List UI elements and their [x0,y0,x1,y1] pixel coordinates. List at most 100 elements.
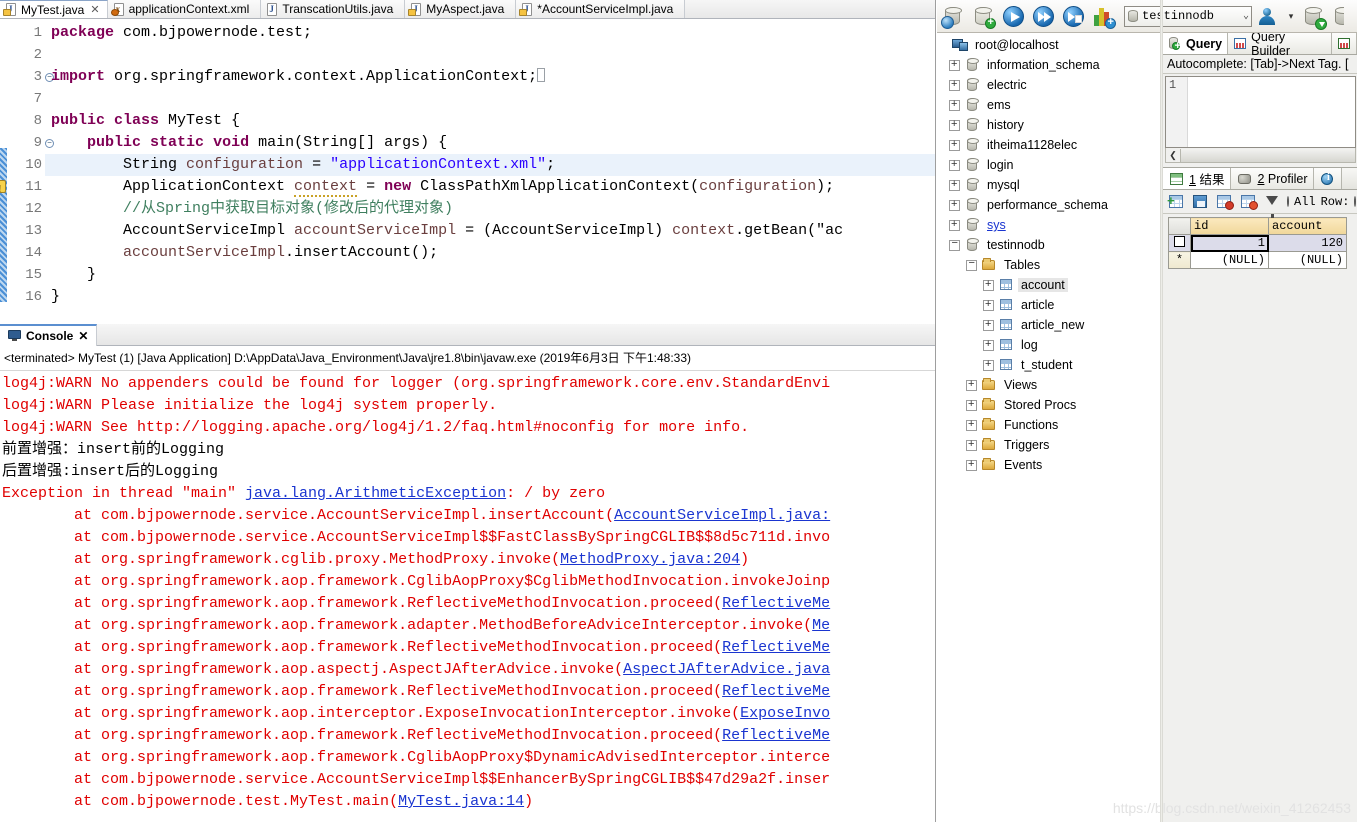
tab-info[interactable] [1314,168,1343,189]
tree-item-article-new[interactable]: article_new [937,315,1162,335]
chevron-down-icon[interactable]: ⌄ [1243,10,1249,22]
collapse-icon[interactable] [949,237,960,251]
tree-item-triggers[interactable]: Triggers [937,435,1162,455]
new-connection-icon[interactable] [940,3,967,30]
editor-tab-0[interactable]: J MyTest.java ✕ [0,0,108,18]
tree-item-article[interactable]: article [937,295,1162,315]
tab-query-builder[interactable]: Query Builder [1228,33,1332,58]
expand-icon[interactable] [949,178,960,191]
expand-icon[interactable] [983,338,994,351]
grid-column-header[interactable]: id [1190,217,1269,235]
add-row-icon[interactable]: + [1167,193,1186,211]
tree-item-events[interactable]: Events [937,455,1162,475]
tree-item-root-localhost[interactable]: root@localhost [937,35,1162,55]
editor-tab-3[interactable]: J MyAspect.java [405,0,517,18]
result-grid[interactable]: id account 1 120 * (NULL) (NULL) [1168,217,1347,269]
tab-profiler[interactable]: 2 Profiler [1231,168,1315,189]
expand-icon[interactable] [966,418,977,431]
editor-tab-4[interactable]: J *AccountServiceImpl.java [516,0,686,18]
all-rows-radio[interactable] [1287,196,1289,207]
window-splitter[interactable] [1160,0,1163,822]
tree-item-login[interactable]: login [937,155,1162,175]
save-changes-icon[interactable] [1191,193,1210,211]
tree-item-electric[interactable]: electric [937,75,1162,95]
execute-query-icon[interactable] [1000,3,1027,30]
import-data-icon[interactable] [1300,3,1327,30]
close-icon[interactable]: ✕ [78,329,88,343]
filter-icon[interactable] [1263,193,1282,218]
stacktrace-link[interactable]: AspectJAfterAdvice.java [623,661,830,678]
tree-item-account[interactable]: account [937,275,1162,295]
row-selector-checkbox[interactable] [1174,236,1185,247]
tab-result[interactable]: 1 结果 [1163,168,1232,189]
tree-item-stored-procs[interactable]: Stored Procs [937,395,1162,415]
code-text-area[interactable]: package com.bjpowernode.test; import org… [45,19,935,324]
expand-icon[interactable] [983,358,994,371]
tree-item-testinnodb[interactable]: testinnodb [937,235,1162,255]
user-manager-icon[interactable] [1255,3,1282,30]
stacktrace-link[interactable]: AccountServiceImpl.java: [614,507,830,524]
tab-console[interactable]: Console ✕ [0,323,98,346]
collapse-icon[interactable] [966,257,977,271]
code-editor[interactable]: 123−789−10111213141516 package com.bjpow… [0,19,935,324]
grid-cell[interactable]: (NULL) [1190,251,1269,269]
execute-query-new-tab-icon[interactable] [1060,3,1087,30]
expand-icon[interactable] [949,218,960,231]
expand-icon[interactable] [949,58,960,71]
user-manager-caret-icon[interactable]: ▾ [1285,11,1297,22]
expand-icon[interactable] [966,398,977,411]
expand-icon[interactable] [949,198,960,211]
editor-tab-1[interactable]: x applicationContext.xml [107,0,262,18]
row-limit-radio[interactable] [1354,196,1357,207]
row-header-cell[interactable]: * [1168,251,1191,269]
expand-icon[interactable] [983,318,994,331]
stacktrace-link[interactable]: Me [812,617,830,634]
console-output[interactable]: log4j:WARN No appenders could be found f… [0,371,935,822]
grid-corner-cell[interactable] [1168,217,1191,235]
close-icon[interactable]: ✕ [90,3,99,16]
tree-item-t-student[interactable]: t_student [937,355,1162,375]
tree-item-mysql[interactable]: mysql [937,175,1162,195]
expand-icon[interactable] [966,378,977,391]
tree-item-history[interactable]: history [937,115,1162,135]
stacktrace-link[interactable]: ReflectiveMe [722,639,830,656]
database-selector[interactable]: testinnodb ⌄ [1124,5,1252,27]
expand-icon[interactable] [966,458,977,471]
expand-icon[interactable] [949,158,960,171]
scroll-thumb[interactable] [1181,148,1355,162]
new-query-tab-icon[interactable] [970,3,997,30]
tree-item-log[interactable]: log [937,335,1162,355]
tree-item-functions[interactable]: Functions [937,415,1162,435]
discard-changes-icon[interactable] [1239,193,1258,211]
expand-icon[interactable] [949,138,960,151]
stacktrace-link[interactable]: ReflectiveMe [722,727,830,744]
warning-marker-icon[interactable] [0,179,6,201]
tree-item-sys[interactable]: sys [937,215,1162,235]
expand-icon[interactable] [966,438,977,451]
sql-input[interactable] [1188,77,1355,147]
stacktrace-link[interactable]: ReflectiveMe [722,595,830,612]
tab-schema-designer[interactable] [1332,33,1357,54]
expand-icon[interactable] [949,98,960,111]
tree-item-tables[interactable]: Tables [937,255,1162,275]
scroll-left-icon[interactable]: ❮ [1166,148,1181,162]
grid-column-header[interactable]: account [1268,217,1347,235]
expand-icon[interactable] [949,78,960,91]
expand-icon[interactable] [983,278,994,291]
row-header-cell[interactable] [1168,234,1191,252]
tree-item-information-schema[interactable]: information_schema [937,55,1162,75]
query-analysis-icon[interactable] [1090,3,1117,30]
export-data-icon[interactable] [1330,3,1344,30]
tree-item-itheima1128elec[interactable]: itheima1128elec [937,135,1162,155]
expand-icon[interactable] [949,118,960,131]
tree-item-performance-schema[interactable]: performance_schema [937,195,1162,215]
expand-icon[interactable] [983,298,994,311]
delete-row-icon[interactable] [1215,193,1234,211]
execute-all-queries-icon[interactable] [1030,3,1057,30]
object-browser-tree[interactable]: root@localhost information_schema electric… [937,33,1163,822]
grid-cell[interactable]: 120 [1268,234,1347,252]
tree-item-views[interactable]: Views [937,375,1162,395]
table-row[interactable]: * (NULL) (NULL) [1168,251,1347,269]
editor-tab-2[interactable]: J TranscationUtils.java [261,0,406,18]
stacktrace-link[interactable]: ReflectiveMe [722,683,830,700]
